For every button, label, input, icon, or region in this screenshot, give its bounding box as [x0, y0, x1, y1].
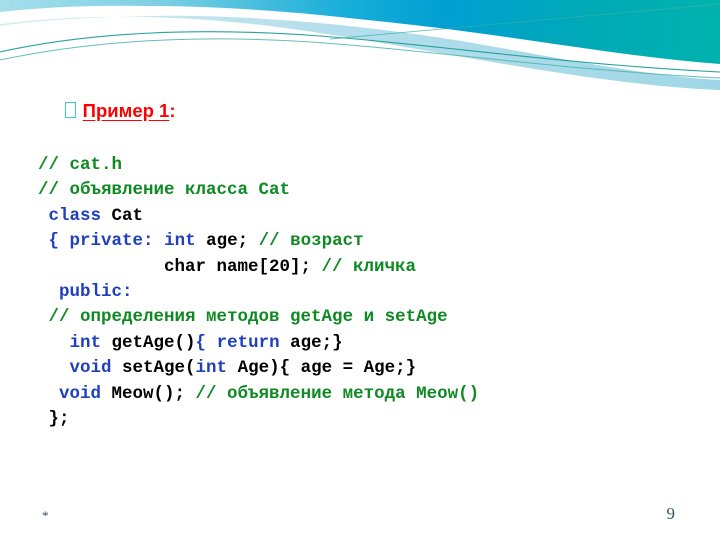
example-title-colon: :	[169, 100, 176, 121]
code-token: // возраст	[258, 231, 364, 252]
code-line-comment-methods: // определения методов getAge и setAge	[38, 305, 688, 330]
code-token: Meow();	[101, 383, 196, 404]
code-line-meow: void Meow(); // объявление метода Meow()	[38, 382, 688, 407]
code-line-public: public:	[38, 280, 688, 305]
code-token: // объявление класса Cat	[38, 180, 291, 201]
code-token: int	[69, 332, 102, 353]
code-line-comment-class-declaration: // объявление класса Cat	[38, 178, 688, 203]
slide: Пример 1: // cat.h // объявление класса C…	[0, 0, 720, 540]
code-line-char-name: char name[20]; // кличка	[38, 255, 688, 280]
code-token: Age){ age = Age;}	[227, 358, 417, 379]
code-token: public:	[59, 282, 133, 303]
footer-marker: *	[42, 508, 49, 523]
code-token: Cat	[101, 205, 144, 226]
slide-content: Пример 1: // cat.h // объявление класса C…	[38, 72, 688, 432]
page-number: 9	[666, 504, 676, 523]
code-token: // cat.h	[38, 155, 123, 175]
code-token: age;	[195, 231, 259, 252]
code-token: { private:	[48, 231, 154, 252]
code-line-setage: void setAge(int Age){ age = Age;}	[38, 356, 688, 381]
code-token: int	[195, 358, 228, 379]
code-token: int	[164, 231, 196, 252]
code-token: // объявление метода Meow()	[195, 383, 480, 404]
code-token: {	[195, 332, 207, 353]
code-token: class	[48, 205, 102, 226]
code-line-close-brace: };	[38, 407, 688, 432]
code-line-class-cat: class Cat	[38, 204, 688, 229]
code-line-private-age: { private: int age; // возраст	[38, 229, 688, 254]
square-bullet-icon	[64, 102, 76, 118]
slide-footer: * 9	[0, 500, 720, 540]
code-token: getAge()	[101, 332, 196, 353]
code-token: age;}	[279, 332, 343, 353]
example-title-text: Пример 1	[82, 100, 170, 121]
code-token: setAge(	[111, 358, 196, 379]
code-line-comment-filename: // cat.h	[38, 153, 688, 178]
code-block: // cat.h // объявление класса Cat class C…	[38, 153, 688, 432]
code-token: void	[69, 358, 112, 379]
code-token: void	[59, 383, 102, 404]
code-token: // кличка	[321, 256, 417, 277]
code-token: // определения методов getAge и setAge	[48, 307, 448, 328]
code-line-getage: int getAge(){ return age;}	[38, 331, 688, 356]
code-token: return	[216, 332, 280, 353]
code-token: char name[20];	[38, 256, 322, 277]
example-title: Пример 1:	[38, 72, 688, 152]
code-token: };	[38, 409, 70, 430]
